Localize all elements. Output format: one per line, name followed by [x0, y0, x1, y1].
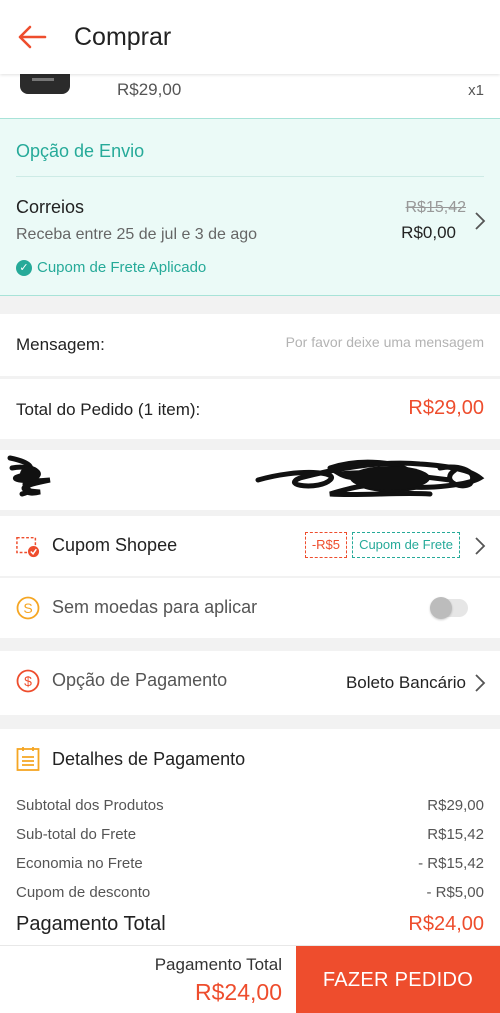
divider — [16, 176, 484, 177]
detail-row: Economia no Frete - R$15,42 — [16, 855, 484, 872]
message-input[interactable] — [244, 334, 484, 350]
product-item: R$29,00 x1 — [0, 70, 500, 118]
back-button[interactable] — [0, 0, 64, 74]
payment-option-row[interactable]: $ Opção de Pagamento Boleto Bancário — [0, 651, 500, 715]
detail-value: - R$5,00 — [426, 884, 484, 901]
payment-total-label: Pagamento Total — [16, 913, 166, 935]
message-label: Mensagem: — [16, 335, 105, 354]
check-circle-icon: ✓ — [16, 259, 32, 276]
shopee-coupon-row[interactable]: Cupom Shopee -R$5 Cupom de Frete — [0, 516, 500, 576]
coupon-applied-note: ✓ Cupom de Frete Aplicado — [16, 259, 206, 276]
shipping-coupon-tag: Cupom de Frete — [352, 532, 460, 558]
payment-option-label: Opção de Pagamento — [52, 670, 228, 690]
shipping-heading: Opção de Envio — [16, 141, 145, 161]
delivery-estimate: Receba entre 25 de jul e 3 de ago — [16, 226, 258, 243]
shipping-carrier: Correios — [16, 197, 85, 217]
detail-value: R$15,42 — [427, 826, 484, 843]
receipt-icon — [16, 747, 40, 771]
chevron-right-icon[interactable] — [474, 211, 486, 231]
product-quantity: x1 — [468, 82, 484, 99]
detail-row: Subtotal dos Produtos R$29,00 — [16, 797, 484, 814]
back-arrow-icon — [18, 25, 47, 49]
product-image — [16, 70, 104, 102]
redacted-row — [0, 450, 500, 510]
detail-value: R$29,00 — [427, 797, 484, 814]
coin-icon: S — [16, 596, 40, 620]
detail-row: Sub-total do Frete R$15,42 — [16, 826, 484, 843]
voucher-icon — [16, 536, 40, 558]
chevron-right-icon — [475, 537, 486, 555]
detail-label: Economia no Frete — [16, 855, 143, 872]
coins-toggle[interactable] — [430, 597, 468, 619]
payment-method-value: Boleto Bancário — [345, 673, 466, 692]
order-total-value: R$29,00 — [408, 397, 484, 419]
footer-total-value: R$24,00 — [195, 979, 282, 1005]
shipping-old-price: R$15,42 — [405, 199, 467, 216]
payment-total-value: R$24,00 — [408, 913, 484, 935]
payment-total-row: Pagamento Total R$24,00 — [16, 913, 484, 936]
discount-tag: -R$5 — [304, 532, 347, 558]
svg-text:$: $ — [24, 673, 32, 689]
coupon-label: Cupom Shopee — [52, 535, 178, 555]
page-title: Comprar — [74, 22, 172, 51]
payment-details-title: Detalhes de Pagamento — [52, 749, 246, 769]
detail-label: Cupom de desconto — [16, 884, 151, 901]
order-total-label: Total do Pedido (1 item): — [16, 400, 201, 419]
svg-text:S: S — [23, 600, 32, 616]
footer-total-label: Pagamento Total — [154, 955, 282, 974]
place-order-button[interactable]: FAZER PEDIDO — [296, 946, 500, 1013]
product-price: R$29,00 — [117, 80, 182, 99]
checkout-footer: Pagamento Total R$24,00 FAZER PEDIDO — [0, 945, 500, 1013]
detail-label: Subtotal dos Produtos — [16, 797, 164, 814]
shipping-new-price: R$0,00 — [401, 223, 456, 242]
dollar-circle-icon: $ — [16, 669, 40, 693]
message-section: Mensagem: — [0, 314, 500, 376]
shipping-section[interactable]: Opção de Envio Correios Receba entre 25 … — [0, 118, 500, 296]
detail-row: Cupom de desconto - R$5,00 — [16, 884, 484, 901]
redaction-scribble — [7, 455, 485, 498]
coins-label: Sem moedas para aplicar — [52, 597, 258, 617]
coins-row: S Sem moedas para aplicar — [0, 578, 500, 638]
coupon-applied-label: Cupom de Frete Aplicado — [37, 259, 207, 276]
detail-value: - R$15,42 — [418, 855, 484, 872]
order-total-section: Total do Pedido (1 item): R$29,00 — [0, 379, 500, 439]
payment-details-section: Detalhes de Pagamento Subtotal dos Produ… — [0, 729, 500, 945]
chevron-right-icon — [475, 674, 486, 692]
detail-label: Sub-total do Frete — [16, 826, 137, 843]
top-bar: Comprar — [0, 0, 500, 74]
